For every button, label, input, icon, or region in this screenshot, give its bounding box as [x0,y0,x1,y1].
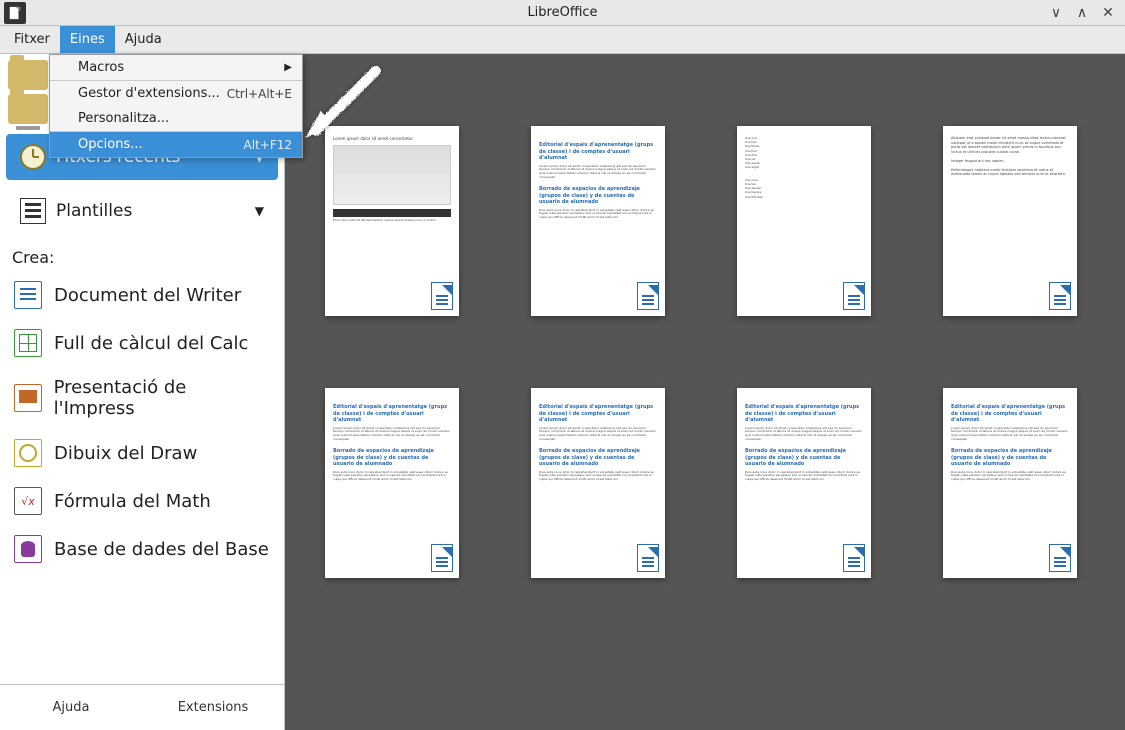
draw-icon [14,439,42,467]
create-writer-label: Document del Writer [54,285,241,306]
create-base[interactable]: Base de dades del Base [0,525,284,573]
base-icon [14,535,42,563]
create-writer[interactable]: Document del Writer [0,271,284,319]
document-thumbnail[interactable]: Editorial d'espais d'aprenentatge (grups… [325,388,459,578]
menubar: Fitxer Eines Ajuda [0,26,1125,54]
menu-customize-label: Personalitza... [78,111,169,126]
chevron-down-icon: ▼ [255,204,264,218]
create-draw[interactable]: Dibuix del Draw [0,429,284,477]
menu-options-shortcut: Alt+F12 [244,138,292,152]
minimize-button[interactable]: ∨ [1049,6,1063,20]
document-thumbnail[interactable]: Editorial d'espais d'aprenentatge (grups… [531,126,665,316]
math-icon: √x [14,487,42,515]
document-thumbnail[interactable]: Aliquam erat volutpat donec sit amet mas… [943,126,1077,316]
tools-dropdown: Macros ▶ Gestor d'extensions... Ctrl+Alt… [49,54,303,158]
create-draw-label: Dibuix del Draw [54,443,197,464]
writer-badge-icon [1049,544,1071,572]
recent-thumbnails-area: Lorem ipsum dolor sit amet consecteturPr… [285,54,1125,730]
submenu-arrow-icon: ▶ [284,62,292,73]
menu-fitxer[interactable]: Fitxer [4,26,60,53]
sidebar-templates-label: Plantilles [56,201,132,221]
writer-badge-icon [637,544,659,572]
create-heading: Crea: [0,238,284,271]
menu-ajuda[interactable]: Ajuda [115,26,172,53]
close-button[interactable]: ✕ [1101,6,1115,20]
document-thumbnail[interactable]: Lorem ipsum dolor sit amet consecteturPr… [325,126,459,316]
sidebar-extensions-link[interactable]: Extensions [142,685,284,730]
create-impress[interactable]: Presentació de l'Impress [0,367,284,429]
menu-extmgr-label: Gestor d'extensions... [78,86,220,101]
menu-macros[interactable]: Macros ▶ [50,55,302,80]
sidebar-help-link[interactable]: Ajuda [0,685,142,730]
create-calc[interactable]: Full de càlcul del Calc [0,319,284,367]
writer-badge-icon [431,544,453,572]
create-math-label: Fórmula del Math [54,491,211,512]
writer-badge-icon [637,282,659,310]
writer-badge-icon [1049,282,1071,310]
create-impress-label: Presentació de l'Impress [54,377,270,419]
menu-eines[interactable]: Eines [60,26,115,53]
document-thumbnail[interactable]: Editorial d'espais d'aprenentatge (grups… [943,388,1077,578]
sidebar-templates[interactable]: Plantilles ▼ [6,188,278,234]
menu-options[interactable]: Opcions... Alt+F12 [50,131,302,157]
writer-badge-icon [843,544,865,572]
open-file-icon[interactable] [8,60,48,90]
impress-icon [14,384,42,412]
writer-icon [14,281,42,309]
calc-icon [14,329,42,357]
menu-macros-label: Macros [78,60,124,75]
document-thumbnail[interactable]: line oneline twoline threeline fourline … [737,126,871,316]
window-title: LibreOffice [527,5,597,20]
menu-customize[interactable]: Personalitza... [50,106,302,131]
create-math[interactable]: √x Fórmula del Math [0,477,284,525]
create-base-label: Base de dades del Base [54,539,269,560]
titlebar: LibreOffice ∨ ∧ ✕ [0,0,1125,26]
maximize-button[interactable]: ∧ [1075,6,1089,20]
clock-icon [20,144,46,170]
menu-options-label: Opcions... [78,137,143,152]
template-icon [20,198,46,224]
menu-extension-manager[interactable]: Gestor d'extensions... Ctrl+Alt+E [50,80,302,106]
open-remote-icon[interactable] [8,94,48,124]
menu-extmgr-shortcut: Ctrl+Alt+E [227,87,292,101]
document-thumbnail[interactable]: Editorial d'espais d'aprenentatge (grups… [737,388,871,578]
writer-badge-icon [843,282,865,310]
app-icon [4,2,26,24]
writer-badge-icon [431,282,453,310]
document-thumbnail[interactable]: Editorial d'espais d'aprenentatge (grups… [531,388,665,578]
create-calc-label: Full de càlcul del Calc [54,333,248,354]
